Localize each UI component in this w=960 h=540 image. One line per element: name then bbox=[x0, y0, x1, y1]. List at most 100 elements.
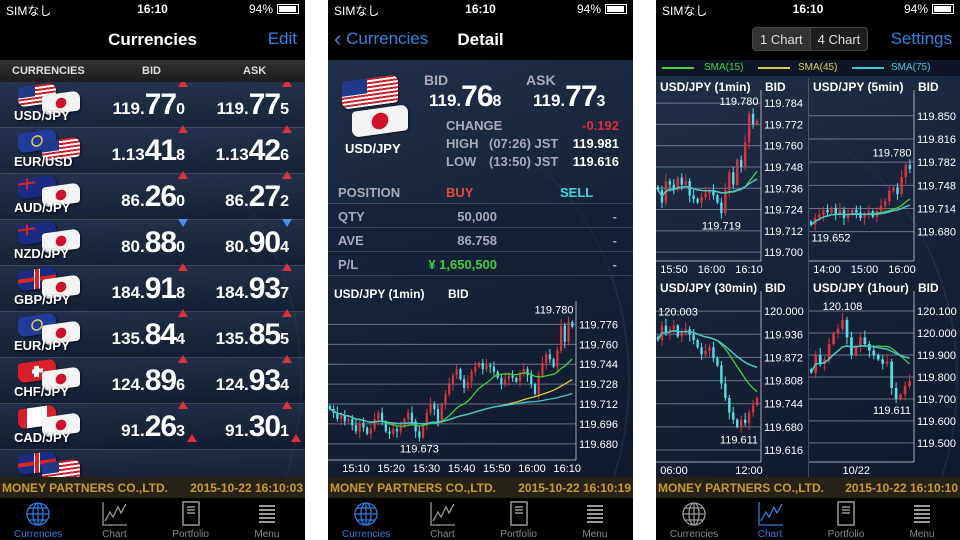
y-tick-label: 119.808 bbox=[764, 376, 803, 388]
tab-chart[interactable]: Chart bbox=[404, 498, 480, 540]
tab-label: Currencies bbox=[341, 529, 391, 540]
tab-currencies[interactable]: Currencies bbox=[656, 498, 732, 540]
candle bbox=[668, 326, 672, 340]
candle bbox=[684, 174, 687, 188]
chart-5min[interactable]: USD/JPY (5min) BID 119.850 119.816 119.782 11… bbox=[809, 78, 960, 276]
chart-title: USD/JPY (1min) bbox=[334, 287, 424, 301]
chart-1min[interactable]: USD/JPY (1min) BID 119.784 119.772 119.760 11… bbox=[656, 78, 808, 276]
candle bbox=[343, 410, 346, 426]
ask-price: 184.937 bbox=[216, 263, 293, 306]
candle bbox=[904, 161, 907, 185]
header-ask: ASK bbox=[243, 65, 267, 77]
high-marker-label: 120.108 bbox=[823, 301, 863, 313]
tab-menu[interactable]: Menu bbox=[229, 498, 305, 540]
chart-30min[interactable]: USD/JPY (30min) BID 120.000 119.936 119.872 1… bbox=[656, 279, 808, 477]
candle bbox=[571, 320, 574, 329]
candle bbox=[688, 326, 691, 342]
chart-1hour[interactable]: USD/JPY (1hour) BID 120.100 120.000 119.900 1… bbox=[809, 279, 960, 477]
candle bbox=[908, 159, 912, 174]
ask-price: 135.855 bbox=[216, 309, 293, 352]
chart-price-type: BID bbox=[765, 80, 786, 94]
y-tick-label: 119.936 bbox=[764, 329, 803, 341]
tab-portfolio[interactable]: Portfolio bbox=[481, 498, 557, 540]
currency-row[interactable]: AUD/JPY 86.260 86.272 bbox=[0, 171, 305, 220]
tab-currencies[interactable]: Currencies bbox=[328, 498, 404, 540]
candle bbox=[688, 178, 691, 203]
currency-row[interactable]: EUR/JPY 135.844 135.855 bbox=[0, 309, 305, 358]
ask-price: 1.13426 bbox=[216, 125, 293, 168]
x-tick-label: 15:30 bbox=[413, 463, 441, 475]
candle bbox=[846, 209, 850, 223]
currencies-screen: SIMなし 16:10 94% Currencies Edit CURRENCI… bbox=[0, 0, 305, 540]
currency-row[interactable]: EUR/USD 1.13418 1.13426 bbox=[0, 125, 305, 174]
tab-currencies[interactable]: Currencies bbox=[0, 498, 76, 540]
candle bbox=[747, 110, 751, 150]
nav-bar: Currencies Edit bbox=[0, 18, 305, 60]
battery-percent: 94% bbox=[903, 2, 928, 16]
y-tick-label: 119.744 bbox=[579, 359, 618, 371]
y-tick-label: 119.872 bbox=[764, 352, 803, 364]
candle bbox=[414, 418, 417, 438]
candle bbox=[859, 205, 862, 222]
globe-icon bbox=[0, 501, 76, 527]
tab-chart[interactable]: Chart bbox=[732, 498, 808, 540]
battery-percent: 94% bbox=[576, 2, 601, 16]
document-icon bbox=[153, 501, 229, 527]
currency-row[interactable]: GBP/JPY 184.918 184.937 bbox=[0, 263, 305, 312]
ask-price: 86.272 bbox=[225, 171, 293, 214]
candle bbox=[890, 358, 893, 395]
x-tick-label: 16:00 bbox=[698, 264, 726, 276]
candle bbox=[830, 206, 833, 215]
tab-menu[interactable]: Menu bbox=[884, 498, 960, 540]
list-icon bbox=[884, 501, 960, 527]
tab-chart[interactable]: Chart bbox=[76, 498, 152, 540]
candle bbox=[444, 390, 447, 410]
list-icon bbox=[557, 501, 633, 527]
four-chart-button[interactable]: 4 Chart bbox=[809, 28, 868, 50]
currency-row[interactable]: NZD/JPY 80.880 80.904 bbox=[0, 219, 305, 266]
sma75-swatch bbox=[852, 67, 884, 69]
candle bbox=[712, 184, 715, 200]
sma15-swatch bbox=[662, 67, 694, 69]
status-bar: SIMなし 16:10 94% bbox=[656, 0, 960, 18]
high-time: (07:26) JST bbox=[489, 136, 559, 151]
one-chart-button[interactable]: 1 Chart bbox=[753, 28, 810, 50]
candle bbox=[845, 316, 849, 345]
tab-bar: Currencies Chart Portfolio Menu bbox=[328, 498, 633, 540]
bid-price: 80.880 bbox=[121, 219, 189, 260]
candle bbox=[530, 370, 533, 389]
document-icon bbox=[808, 501, 884, 527]
candle bbox=[455, 363, 458, 380]
candle bbox=[377, 409, 380, 426]
y-tick-label: 119.736 bbox=[764, 183, 803, 195]
edit-button[interactable]: Edit bbox=[268, 29, 297, 49]
tab-portfolio[interactable]: Portfolio bbox=[153, 498, 229, 540]
candle bbox=[477, 361, 481, 369]
candle bbox=[448, 377, 451, 397]
currency-row[interactable]: USD/JPY 119.770 119.775 bbox=[0, 82, 305, 128]
settings-button[interactable]: Settings bbox=[891, 29, 952, 49]
candle bbox=[809, 219, 813, 227]
currency-row[interactable]: CAD/JPY 91.263 91.301 bbox=[0, 401, 305, 450]
candle bbox=[433, 401, 436, 416]
candle bbox=[676, 175, 679, 192]
tab-portfolio[interactable]: Portfolio bbox=[808, 498, 884, 540]
candle bbox=[684, 322, 687, 336]
ask-price: 119.775 bbox=[217, 82, 293, 122]
detail-chart[interactable]: USD/JPY (1min) BID 119.776 119.760 119.744 11… bbox=[328, 285, 633, 477]
candle bbox=[736, 158, 739, 187]
candle bbox=[720, 361, 723, 390]
currency-row[interactable]: CHF/JPY 124.896 124.934 bbox=[0, 355, 305, 404]
bid-price: 86.260 bbox=[121, 171, 189, 214]
candle bbox=[859, 333, 862, 352]
tab-menu[interactable]: Menu bbox=[557, 498, 633, 540]
candle bbox=[892, 185, 895, 193]
document-icon bbox=[481, 501, 557, 527]
currency-row[interactable] bbox=[0, 434, 305, 477]
candle bbox=[716, 356, 719, 368]
y-tick-label: 119.782 bbox=[917, 157, 956, 169]
chart-title: USD/JPY (5min) bbox=[813, 80, 903, 94]
y-tick-label: 119.714 bbox=[917, 204, 956, 216]
nav-bar: 1 Chart 4 Chart Settings bbox=[656, 18, 960, 60]
high-marker-label: 119.780 bbox=[873, 147, 912, 159]
